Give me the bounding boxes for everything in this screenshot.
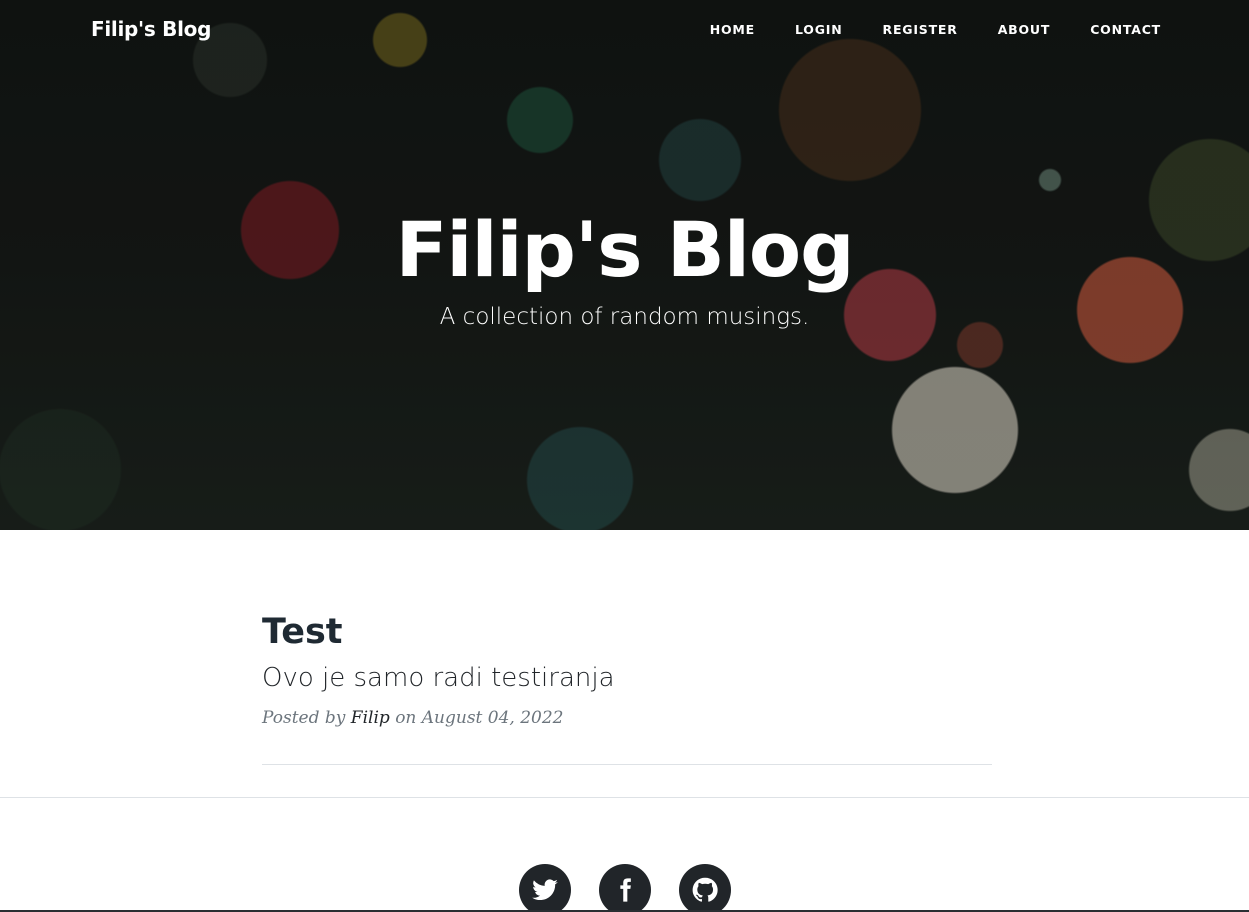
nav-link-register[interactable]: REGISTER [883,22,958,37]
twitter-button[interactable] [518,864,571,912]
post-meta-on: on [395,708,417,728]
hero-heading: Filip's Blog A collection of random musi… [0,200,1249,334]
post-date: August 04, 2022 [421,708,564,728]
nav-link-login[interactable]: LOGIN [795,22,843,37]
post-author-link[interactable]: Filip [351,708,390,728]
page-divider [0,797,1249,798]
github-icon [692,877,718,902]
post-subtitle[interactable]: Ovo je samo radi testiranja [262,660,992,696]
hero-subtitle: A collection of random musings. [439,304,810,330]
post-meta: Posted by Filip on August 04, 2022 [262,706,992,730]
hero-header: Filip's Blog HOME LOGIN REGISTER ABOUT C… [0,0,1249,530]
brand-link[interactable]: Filip's Blog [91,17,211,41]
nav-link-home[interactable]: HOME [710,22,755,37]
post-title[interactable]: Test [262,610,992,654]
nav-links: HOME LOGIN REGISTER ABOUT CONTACT [670,22,1161,37]
post-meta-prefix: Posted by [262,708,346,728]
nav-link-about[interactable]: ABOUT [998,22,1051,37]
navbar: Filip's Blog HOME LOGIN REGISTER ABOUT C… [0,0,1249,62]
hero-title: Filip's Blog [395,205,854,294]
nav-link-contact[interactable]: CONTACT [1090,22,1161,37]
facebook-icon [619,878,631,902]
github-button[interactable] [678,864,731,912]
post-preview: Test Ovo je samo radi testiranja Posted … [262,610,992,730]
twitter-icon [531,879,558,901]
facebook-button[interactable] [598,864,651,912]
post-divider [262,764,992,765]
social-links [0,864,1249,912]
